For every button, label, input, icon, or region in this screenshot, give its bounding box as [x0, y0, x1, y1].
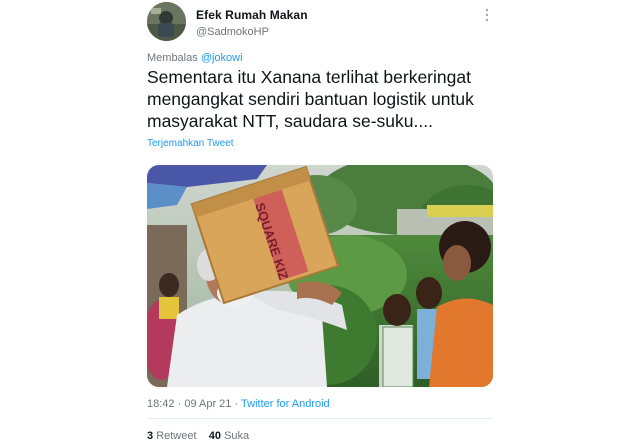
like-label: Suka	[224, 430, 250, 442]
likes-stat[interactable]: 40 Suka	[209, 430, 249, 442]
display-name[interactable]: Efek Rumah Makan	[196, 8, 308, 22]
tweet-stats: 3 Retweet 40 Suka	[147, 430, 249, 442]
tweet-meta: 18:42 · 09 Apr 21 · Twitter for Android	[147, 398, 330, 410]
avatar-image	[147, 2, 186, 41]
avatar[interactable]	[147, 2, 186, 41]
tweet-text: Sementara itu Xanana terlihat berkeringa…	[147, 67, 474, 131]
replying-to: Membalas @jokowi	[147, 52, 243, 64]
mention-link[interactable]: @jokowi	[201, 52, 243, 64]
tweet: Efek Rumah Makan @SadmokoHP Membalas @jo…	[0, 0, 640, 446]
photo-scene: SQUARE KIZ	[147, 165, 493, 387]
retweet-label: Retweet	[156, 430, 197, 442]
translate-tweet-link[interactable]: Terjemahkan Tweet	[147, 138, 234, 149]
divider	[147, 418, 493, 419]
tweet-date[interactable]: 09 Apr 21	[184, 398, 231, 410]
tweet-source-link[interactable]: Twitter for Android	[241, 398, 330, 410]
tweet-photo[interactable]: SQUARE KIZ	[147, 165, 493, 387]
like-count: 40	[208, 430, 222, 442]
tweet-time[interactable]: 18:42	[147, 398, 175, 410]
retweet-count: 3	[147, 430, 154, 442]
username[interactable]: @SadmokoHP	[196, 26, 269, 38]
more-options-icon[interactable]	[482, 8, 492, 24]
retweets-stat[interactable]: 3 Retweet	[147, 430, 197, 442]
replying-label: Membalas	[147, 52, 198, 64]
